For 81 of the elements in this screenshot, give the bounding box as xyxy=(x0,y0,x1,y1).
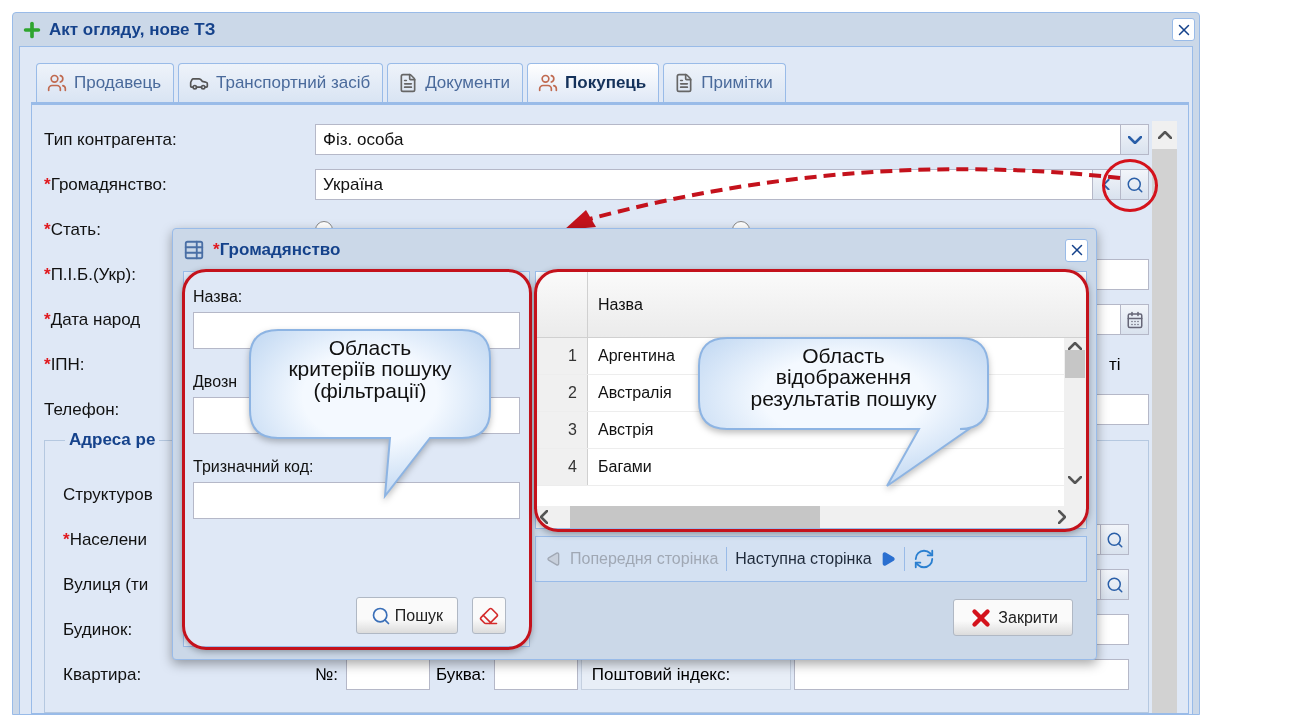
callout-text: Область критеріїв пошуку (фільтрації) xyxy=(288,335,452,402)
field-label: *ІПН: xyxy=(44,354,85,375)
fieldset-legend: Адреса ре xyxy=(65,430,160,450)
callout-text: Область відображення результатів пошуку xyxy=(750,343,937,410)
clear-button[interactable] xyxy=(472,597,506,634)
document-icon xyxy=(398,73,419,93)
row-number: 3 xyxy=(536,412,588,448)
chevron-up-icon xyxy=(1068,342,1082,350)
row-number: 2 xyxy=(536,375,588,411)
chevron-right-icon xyxy=(1058,510,1066,524)
calendar-button[interactable] xyxy=(1121,304,1149,335)
field-label: Структуров xyxy=(63,484,153,505)
chevron-down-icon xyxy=(1127,135,1142,144)
row-number: 4 xyxy=(536,449,588,485)
tab[interactable]: Транспортний засіб xyxy=(178,63,384,102)
field-label: Поштовий індекс: xyxy=(580,659,791,690)
dialog-title: *Громадянство xyxy=(213,240,341,260)
table-icon xyxy=(183,239,205,261)
field-label: Будинок: xyxy=(63,619,133,640)
tab[interactable]: Продавець xyxy=(36,63,175,102)
field-label: Квартира: xyxy=(63,664,142,685)
input-field[interactable] xyxy=(193,482,520,519)
select-field[interactable]: Фіз. особа xyxy=(315,124,1121,155)
tab[interactable]: Примітки xyxy=(663,63,786,102)
field-label: Двозн xyxy=(193,373,239,391)
field-label: Телефон: xyxy=(44,399,120,420)
field-note: ті xyxy=(1109,354,1122,375)
chevron-left-icon xyxy=(540,510,548,524)
chevron-down-icon xyxy=(1068,476,1082,484)
search-button[interactable]: Пошук xyxy=(355,597,458,634)
search-icon xyxy=(1105,530,1124,549)
lookup-field[interactable]: Україна xyxy=(315,169,1093,200)
field-label: *Дата народ xyxy=(44,309,141,330)
tab[interactable]: Покупець xyxy=(527,63,660,102)
chevron-left-icon xyxy=(1103,178,1110,191)
table-cell[interactable]: Багами xyxy=(598,458,652,476)
table-cell[interactable]: Австралія xyxy=(598,384,672,402)
input-field[interactable] xyxy=(793,659,1129,690)
close-button[interactable] xyxy=(1065,238,1088,262)
window-title: Акт огляду, нове ТЗ xyxy=(49,19,216,40)
scrollbar-thumb[interactable] xyxy=(570,506,820,528)
field-label: Назва: xyxy=(193,288,244,306)
scrollbar[interactable] xyxy=(1152,121,1177,713)
field-label: *Населени xyxy=(63,529,147,550)
horizontal-scrollbar[interactable] xyxy=(536,506,1086,528)
field-label: №: xyxy=(315,664,339,685)
close-dialog-button[interactable]: Закрити xyxy=(953,599,1073,636)
close-button[interactable] xyxy=(1172,18,1195,41)
dropdown-button[interactable] xyxy=(1121,124,1149,155)
search-icon xyxy=(1125,175,1144,194)
calendar-icon xyxy=(1125,310,1144,329)
search-button[interactable] xyxy=(1101,524,1129,555)
field-label: Тризначний код: xyxy=(193,458,315,476)
search-button[interactable] xyxy=(1101,569,1129,600)
field-label: *Стать: xyxy=(44,219,101,240)
field-label: Вулиця (ти xyxy=(63,574,149,595)
tab[interactable]: Документи xyxy=(387,63,524,102)
next-page-button[interactable]: Наступна сторінка xyxy=(735,550,896,568)
input-field[interactable] xyxy=(345,659,430,690)
table-cell[interactable]: Австрія xyxy=(598,421,654,439)
input-field[interactable] xyxy=(493,659,578,690)
search-icon xyxy=(370,605,391,626)
eraser-icon xyxy=(479,605,499,626)
field-label: Тип контрагента: xyxy=(44,129,177,150)
triangle-left-icon xyxy=(546,551,562,567)
search-button[interactable] xyxy=(1121,169,1149,200)
people-icon xyxy=(47,73,67,93)
chevron-up-icon xyxy=(1157,131,1172,139)
field-label: Буква: xyxy=(434,664,487,685)
field-label: *Громадянство: xyxy=(44,174,167,195)
scrollbar[interactable] xyxy=(1064,338,1086,506)
document-icon xyxy=(674,73,695,93)
people-icon xyxy=(538,73,559,93)
field-label: *П.І.Б.(Укр): xyxy=(44,264,136,285)
row-number: 1 xyxy=(536,338,588,374)
table-cell[interactable]: Аргентина xyxy=(598,347,675,365)
highlight-circle xyxy=(1102,159,1158,212)
refresh-icon[interactable] xyxy=(912,548,935,570)
search-icon xyxy=(1105,575,1124,594)
column-header[interactable]: Назва xyxy=(598,295,643,314)
scrollbar-thumb[interactable] xyxy=(1065,350,1085,378)
